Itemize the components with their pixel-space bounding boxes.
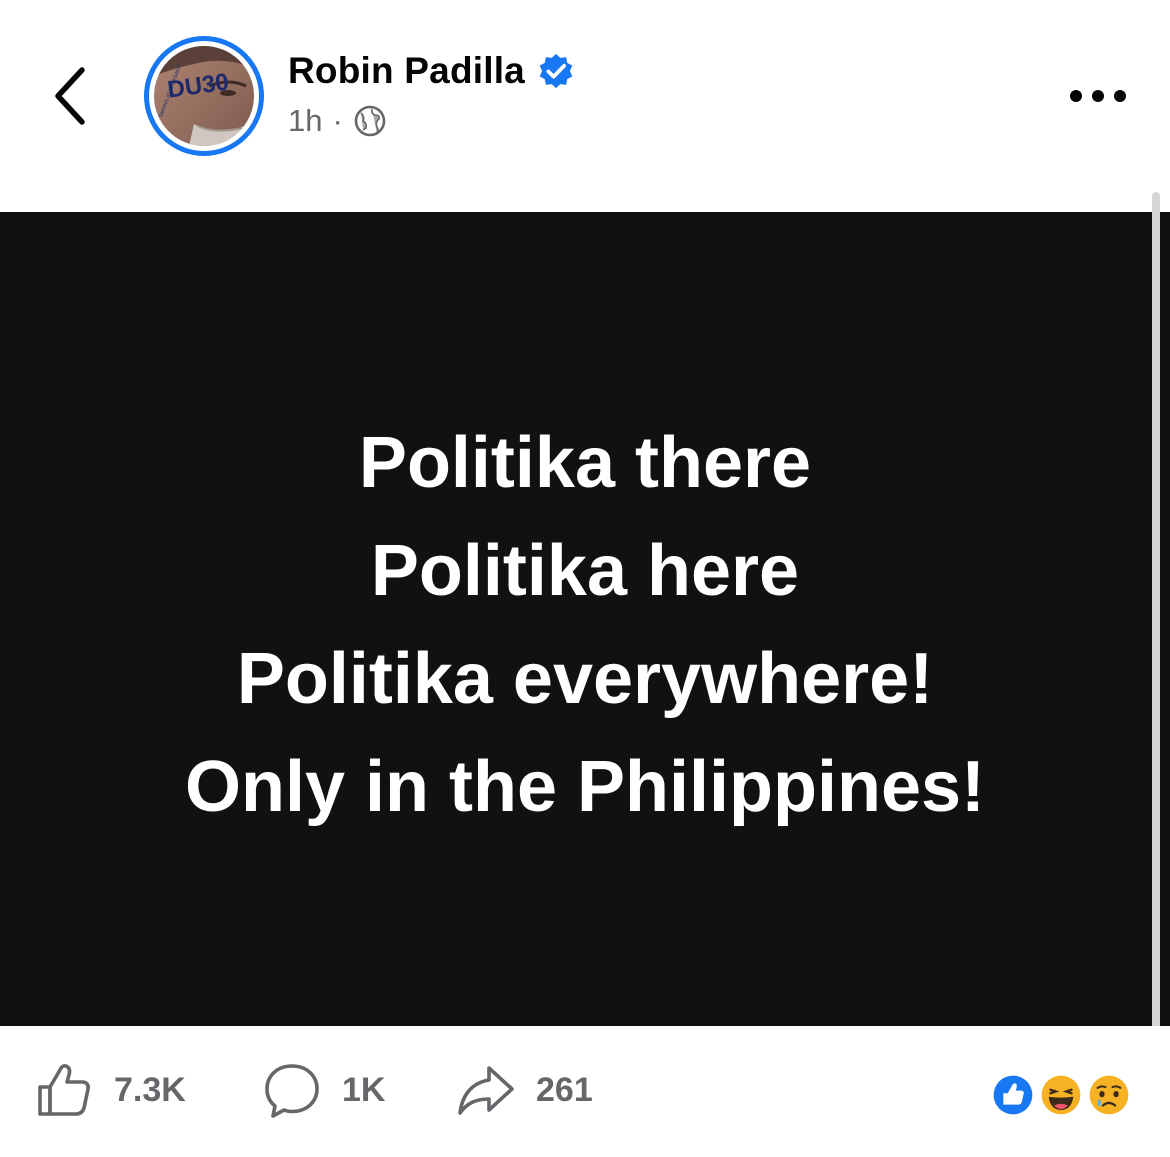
profile-photo: DU30 TAPANG AT MALASAKIT (154, 46, 254, 146)
reaction-summary[interactable] (988, 1070, 1138, 1120)
post-line: Politika there (358, 423, 812, 503)
action-bar: 7.3K 1K 261 (0, 1026, 1170, 1157)
like-count: 7.3K (114, 1070, 186, 1109)
post-header: DU30 TAPANG AT MALASAKIT Robin Padilla 1… (0, 0, 1170, 212)
meta-separator: · (332, 103, 343, 138)
post-timestamp[interactable]: 1h (288, 103, 322, 139)
back-arrow-icon[interactable] (44, 62, 100, 130)
verified-badge-icon (539, 53, 573, 89)
post-line: Politika here (370, 531, 800, 611)
comment-bubble-icon (265, 1064, 319, 1118)
post-line: Only in the Philippines! (184, 747, 986, 827)
globe-icon (354, 105, 386, 137)
like-reaction-icon (988, 1070, 1038, 1120)
post-text: Politika there Politika here Politika ev… (185, 397, 985, 841)
scrollbar[interactable] (1152, 192, 1160, 1064)
thumbs-up-icon (38, 1064, 90, 1116)
haha-reaction-icon (1036, 1070, 1086, 1120)
post-line: Politika everywhere! (236, 639, 934, 719)
like-button[interactable]: 7.3K (34, 1060, 186, 1120)
comment-count: 1K (342, 1070, 386, 1109)
share-arrow-icon (458, 1066, 514, 1115)
share-button[interactable]: 261 (456, 1060, 593, 1120)
sad-reaction-icon (1084, 1070, 1134, 1120)
author-row: Robin Padilla (288, 50, 575, 92)
more-options-icon[interactable] (1066, 84, 1130, 108)
author-name[interactable]: Robin Padilla (288, 50, 525, 92)
post-text-background: Politika there Politika here Politika ev… (0, 212, 1170, 1026)
comment-button[interactable]: 1K (262, 1060, 385, 1120)
share-count: 261 (536, 1070, 593, 1109)
avatar[interactable]: DU30 TAPANG AT MALASAKIT (144, 36, 264, 156)
post-meta: 1h · (288, 103, 387, 139)
